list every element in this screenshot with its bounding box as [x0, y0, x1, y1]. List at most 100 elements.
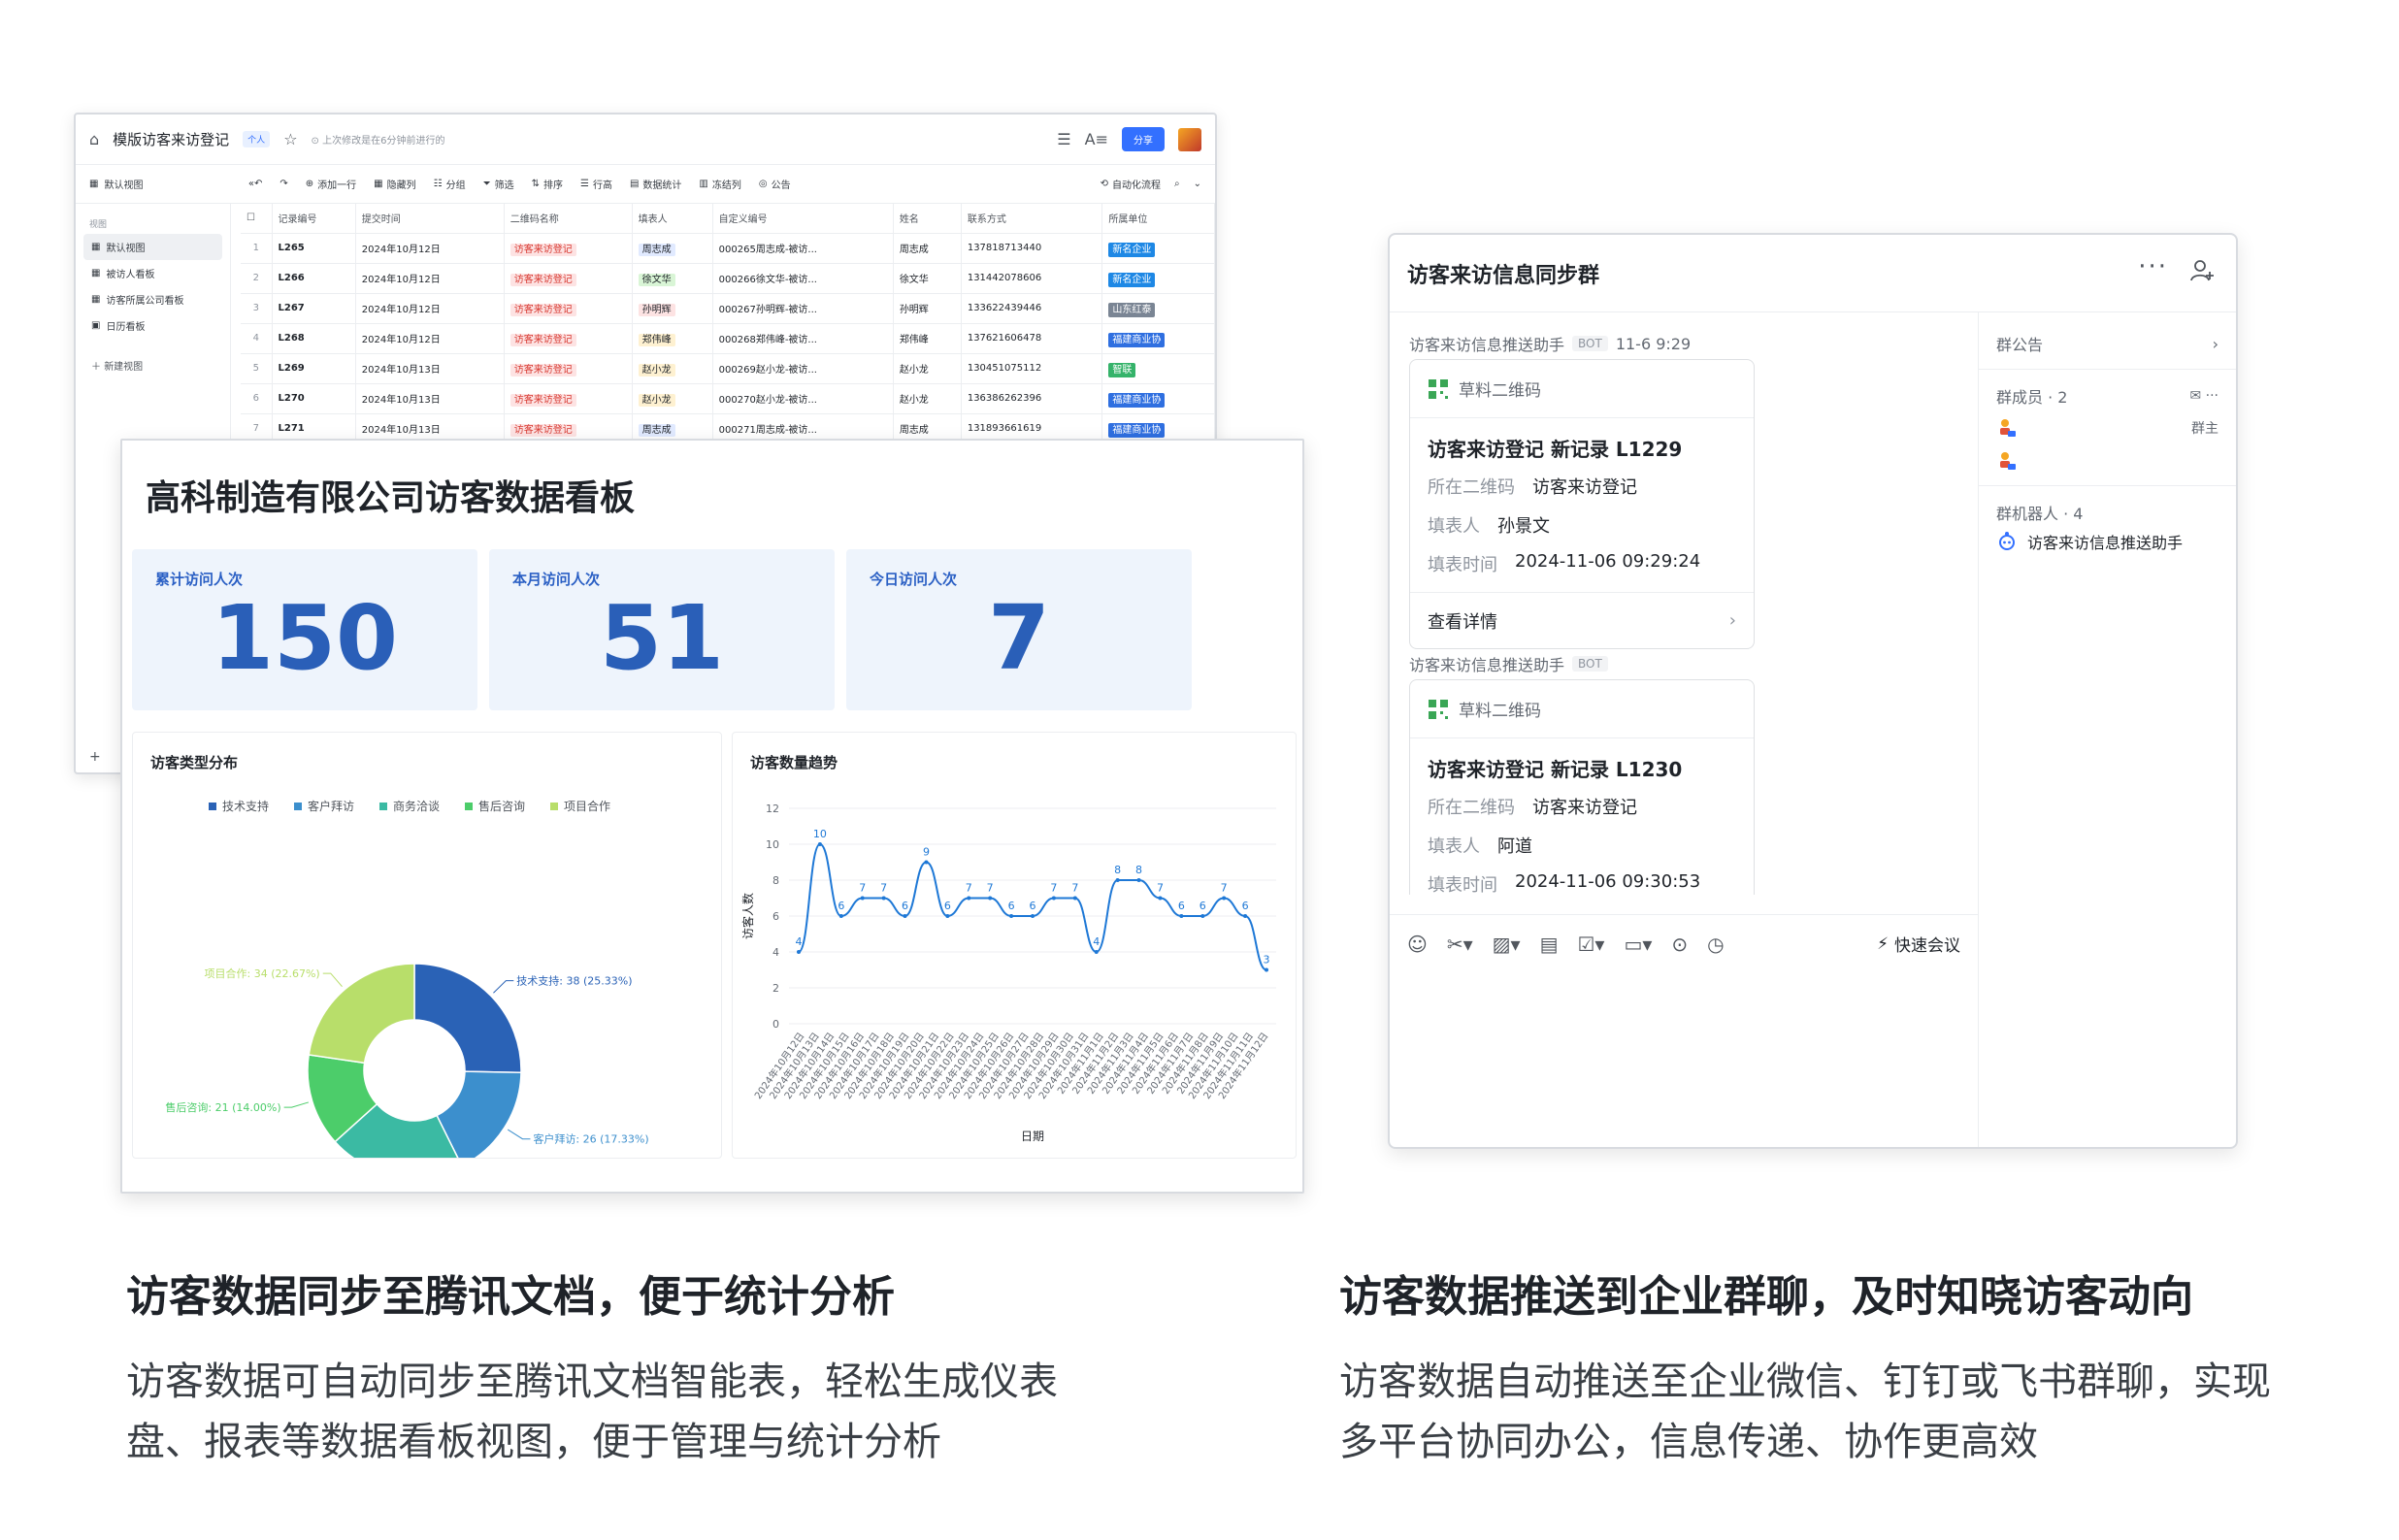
data-point[interactable] — [1265, 967, 1268, 972]
table-row[interactable]: 6 L270 2024年10月13日 访客来访登记 赵小龙 000270赵小龙-被访...… — [241, 383, 1215, 414]
home-icon[interactable]: ⌂ — [89, 130, 99, 148]
data-point[interactable] — [860, 896, 865, 901]
table-cell[interactable]: 133622439446 — [961, 293, 1103, 324]
column-header[interactable]: 自定义编号 — [712, 204, 894, 234]
robot-row[interactable]: 访客来访信息推送助手 — [1996, 530, 2218, 553]
data-point[interactable] — [1115, 878, 1120, 882]
data-point[interactable] — [967, 896, 971, 901]
star-icon[interactable]: ☆ — [283, 130, 297, 148]
table-cell[interactable]: 访客来访登记 — [504, 233, 633, 264]
table-cell[interactable]: 000270赵小龙-被访... — [712, 383, 894, 414]
automation-button[interactable]: ⟲ 自动化流程 — [1101, 177, 1161, 191]
add-row-icon[interactable]: + — [89, 749, 101, 765]
data-point[interactable] — [1009, 914, 1014, 918]
column-header[interactable]: 填表人 — [632, 204, 713, 234]
table-row[interactable]: 3 L267 2024年10月12日 访客来访登记 孙明辉 000267孙明辉-被访...… — [241, 293, 1215, 324]
pie-slice[interactable] — [308, 963, 415, 1065]
quick-meeting-button[interactable]: ⚡ 快速会议 — [1877, 932, 1960, 957]
current-view[interactable]: ▦ 默认视图 « — [89, 177, 254, 191]
table-cell[interactable]: L267 — [272, 293, 356, 324]
table-cell[interactable]: 000265周志成-被访... — [712, 233, 894, 264]
avatar[interactable] — [1178, 127, 1201, 151]
history-icon[interactable]: ◷ — [1707, 933, 1724, 956]
data-point[interactable] — [1094, 950, 1099, 954]
table-cell[interactable]: L269 — [272, 353, 356, 384]
emoji-icon[interactable]: ☺ — [1407, 933, 1428, 956]
table-cell[interactable]: 000266徐文华-被访... — [712, 263, 894, 294]
data-point[interactable] — [1200, 914, 1205, 918]
data-point[interactable] — [945, 914, 950, 918]
toolbar-item[interactable]: ▦ 隐藏列 — [374, 177, 415, 191]
chevron-down-icon[interactable]: ⌄ — [1194, 179, 1201, 189]
column-header[interactable]: 记录编号 — [272, 204, 356, 234]
table-cell[interactable]: 137621606478 — [961, 323, 1103, 354]
data-point[interactable] — [797, 950, 801, 954]
table-cell[interactable]: 2024年10月12日 — [355, 233, 505, 264]
data-point[interactable] — [1136, 878, 1141, 882]
toolbar-item[interactable]: ⊕ 添加一行 — [306, 177, 356, 191]
table-cell[interactable]: 福建商业协 — [1101, 323, 1215, 354]
table-cell[interactable]: 137818713440 — [961, 233, 1103, 264]
table-cell[interactable]: L266 — [272, 263, 356, 294]
table-cell[interactable]: 郑伟峰 — [632, 323, 713, 354]
column-header[interactable]: 提交时间 — [355, 204, 505, 234]
more-circle-icon[interactable]: ⊙ — [1671, 933, 1688, 956]
group-notice[interactable]: 群公告 › — [1996, 332, 2218, 355]
data-point[interactable] — [1031, 914, 1035, 918]
data-point[interactable] — [881, 896, 886, 901]
data-point[interactable] — [1179, 914, 1184, 918]
table-cell[interactable]: 周志成 — [632, 233, 713, 264]
table-cell[interactable]: 2024年10月12日 — [355, 263, 505, 294]
table-cell[interactable]: 访客来访登记 — [504, 353, 633, 384]
table-cell[interactable]: 000268郑伟峰-被访... — [712, 323, 894, 354]
toolbar-item[interactable]: ◎ 公告 — [759, 177, 791, 191]
table-cell[interactable]: 2024年10月12日 — [355, 293, 505, 324]
data-point[interactable] — [1243, 914, 1248, 918]
table-row[interactable]: 4 L268 2024年10月12日 访客来访登记 郑伟峰 000268郑伟峰-被访...… — [241, 323, 1215, 354]
table-cell[interactable]: 赵小龙 — [632, 383, 713, 414]
column-header[interactable]: 所属单位 — [1101, 204, 1215, 234]
view-item[interactable]: ▦ 默认视图 — [83, 234, 222, 260]
table-cell[interactable]: 2024年10月12日 — [355, 323, 505, 354]
member-actions-icon[interactable]: ✉ ··· — [2189, 388, 2218, 404]
table-cell[interactable]: L265 — [272, 233, 356, 264]
group-members-header[interactable]: 群成员 · 2 ✉ ··· — [1996, 384, 2218, 408]
document-icon[interactable]: ▤ — [1540, 933, 1559, 956]
table-cell[interactable]: 131442078606 — [961, 263, 1103, 294]
table-cell[interactable]: 孙明辉 — [632, 293, 713, 324]
column-header[interactable]: 联系方式 — [961, 204, 1103, 234]
table-cell[interactable]: 赵小龙 — [632, 353, 713, 384]
image-icon[interactable]: ▨▾ — [1493, 933, 1521, 956]
table-cell[interactable]: 访客来访登记 — [504, 293, 633, 324]
pie-slice[interactable] — [413, 963, 522, 1074]
message-card-2[interactable]: 草料二维码 访客来访登记 新记录 L1230 所在二维码 访客来访登记 填表人 阿道… — [1409, 679, 1755, 895]
select-all-checkbox[interactable]: ☐ — [241, 204, 273, 234]
table-cell[interactable]: L268 — [272, 323, 356, 354]
table-cell[interactable]: 访客来访登记 — [504, 263, 633, 294]
data-point[interactable] — [924, 860, 929, 865]
more-icon[interactable]: ··· — [2138, 252, 2168, 281]
table-cell[interactable]: 智联 — [1101, 353, 1215, 384]
toolbar-item[interactable]: ▥ 冻结列 — [699, 177, 740, 191]
toolbar-item[interactable]: ⏷ 筛选 — [483, 177, 514, 191]
data-point[interactable] — [1222, 896, 1227, 901]
table-cell[interactable]: 000267孙明辉-被访... — [712, 293, 894, 324]
message-card-1[interactable]: 草料二维码 访客来访登记 新记录 L1229 所在二维码 访客来访登记 填表人 孙景… — [1409, 359, 1755, 649]
redo-icon[interactable]: ↷ — [279, 179, 287, 189]
table-cell[interactable]: 赵小龙 — [893, 353, 962, 384]
table-cell[interactable]: 周志成 — [893, 233, 962, 264]
table-cell[interactable]: 2024年10月13日 — [355, 353, 505, 384]
data-point[interactable] — [817, 842, 822, 846]
data-point[interactable] — [903, 914, 907, 918]
menu-icon[interactable]: ☰ — [1057, 130, 1070, 148]
view-item[interactable]: ▦ 访客所属公司看板 — [83, 286, 222, 312]
table-cell[interactable]: 赵小龙 — [893, 383, 962, 414]
toolbar-item[interactable]: ☷ 分组 — [434, 177, 466, 191]
undo-icon[interactable]: ↶ — [254, 179, 262, 189]
table-row[interactable]: 5 L269 2024年10月13日 访客来访登记 赵小龙 000269赵小龙-被访...… — [241, 353, 1215, 384]
share-button[interactable]: 分享 — [1122, 127, 1165, 151]
table-cell[interactable]: 136386262396 — [961, 383, 1103, 414]
table-cell[interactable]: 2024年10月13日 — [355, 383, 505, 414]
new-view-button[interactable]: ＋ 新建视图 — [83, 352, 222, 378]
table-cell[interactable]: 山东红泰 — [1101, 293, 1215, 324]
